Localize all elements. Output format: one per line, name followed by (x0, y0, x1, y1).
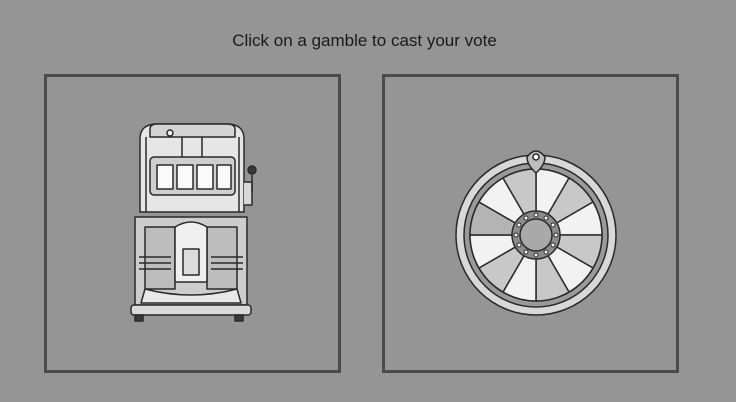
gamble-option-prize-wheel[interactable] (382, 74, 679, 373)
prize-wheel-icon (455, 150, 617, 316)
gamble-option-slot-machine[interactable] (44, 74, 341, 373)
vote-prompt: Click on a gamble to cast your vote (232, 31, 497, 50)
slot-machine-icon (130, 123, 257, 322)
